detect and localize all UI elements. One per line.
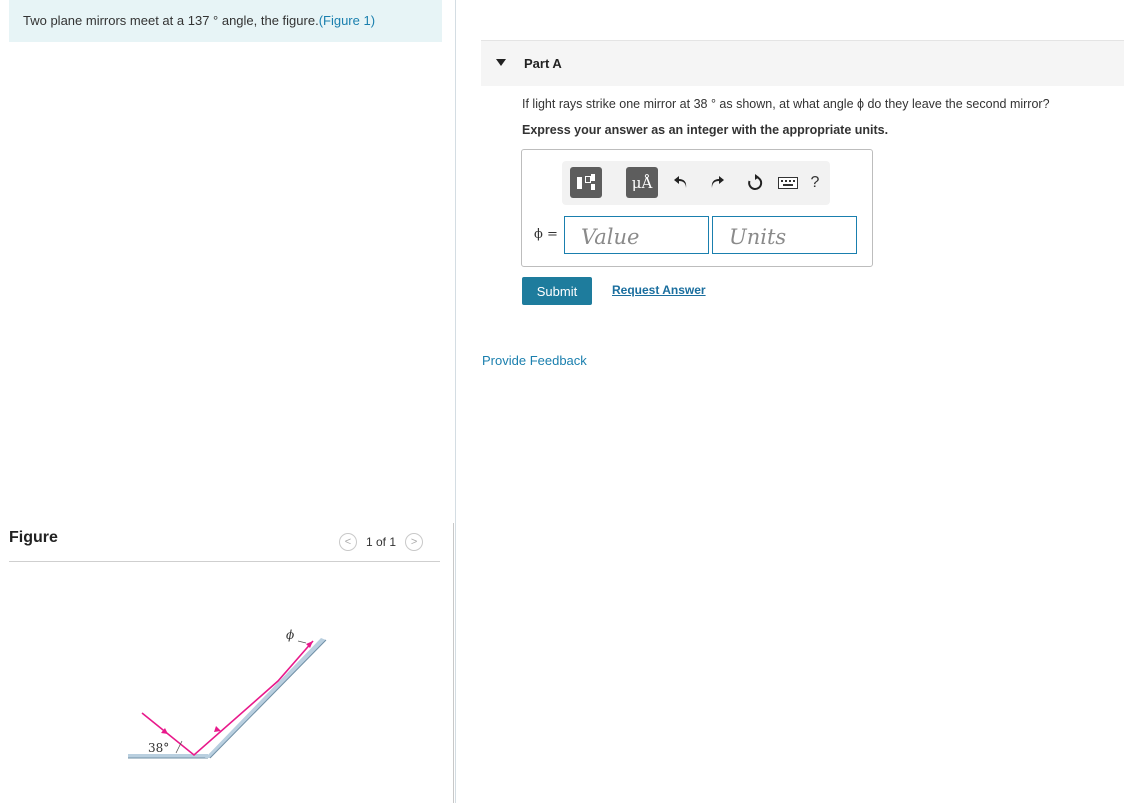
units-button[interactable]: μÅ — [626, 167, 658, 198]
question-text: If light rays strike one mirror at 38 ° … — [522, 97, 1050, 111]
problem-intro-text: Two plane mirrors meet at a 137 ° angle,… — [23, 13, 319, 28]
part-a-header[interactable]: Part A — [481, 40, 1124, 86]
units-input[interactable] — [712, 216, 857, 254]
inclined-mirror-edge — [209, 639, 327, 759]
ray-arrow-middle — [214, 726, 221, 732]
part-title: Part A — [524, 56, 562, 71]
incidence-angle-label: 38° — [148, 741, 169, 755]
value-input[interactable] — [564, 216, 709, 254]
previous-figure-button[interactable]: < — [339, 533, 357, 551]
caret-down-icon — [496, 59, 506, 66]
exit-angle-tick — [297, 640, 307, 644]
keyboard-button[interactable] — [775, 172, 801, 194]
undo-button[interactable] — [670, 172, 692, 194]
redo-icon — [711, 176, 724, 188]
mirror-figure: 38° ϕ — [128, 628, 327, 759]
left-column: Two plane mirrors meet at a 137 ° angle,… — [0, 0, 455, 803]
exit-angle-label: ϕ — [286, 628, 294, 642]
answer-box: μÅ ? ϕ = Value Units — [521, 149, 873, 267]
chevron-right-icon: > — [410, 536, 418, 548]
chevron-left-icon: < — [344, 536, 352, 548]
figure-divider — [9, 561, 440, 562]
inclined-mirror — [205, 638, 326, 758]
help-button[interactable]: ? — [804, 172, 826, 194]
undo-icon — [674, 176, 687, 188]
help-icon: ? — [810, 174, 820, 191]
request-answer-link[interactable]: Request Answer — [612, 283, 706, 297]
column-divider — [455, 0, 456, 803]
figure-heading: Figure — [9, 529, 58, 546]
next-figure-button[interactable]: > — [405, 533, 424, 551]
figure-pagination: < 1 of 1 > — [339, 533, 424, 551]
units-icon: μÅ — [631, 173, 653, 192]
figure-counter: 1 of 1 — [366, 535, 397, 549]
figure-link[interactable]: (Figure 1) — [319, 13, 375, 28]
reset-icon — [748, 174, 763, 190]
variable-label: ϕ = — [534, 227, 558, 242]
math-toolbar: μÅ ? — [562, 161, 830, 205]
keyboard-icon — [778, 177, 798, 189]
problem-intro: Two plane mirrors meet at a 137 ° angle,… — [9, 0, 442, 42]
submit-button[interactable]: Submit — [522, 277, 592, 305]
figure-column-divider — [453, 523, 454, 803]
reset-button[interactable] — [744, 172, 766, 194]
provide-feedback-link[interactable]: Provide Feedback — [482, 353, 587, 368]
answer-instruction: Express your answer as an integer with t… — [522, 123, 889, 137]
redo-button[interactable] — [706, 172, 728, 194]
templates-button[interactable] — [570, 167, 602, 198]
